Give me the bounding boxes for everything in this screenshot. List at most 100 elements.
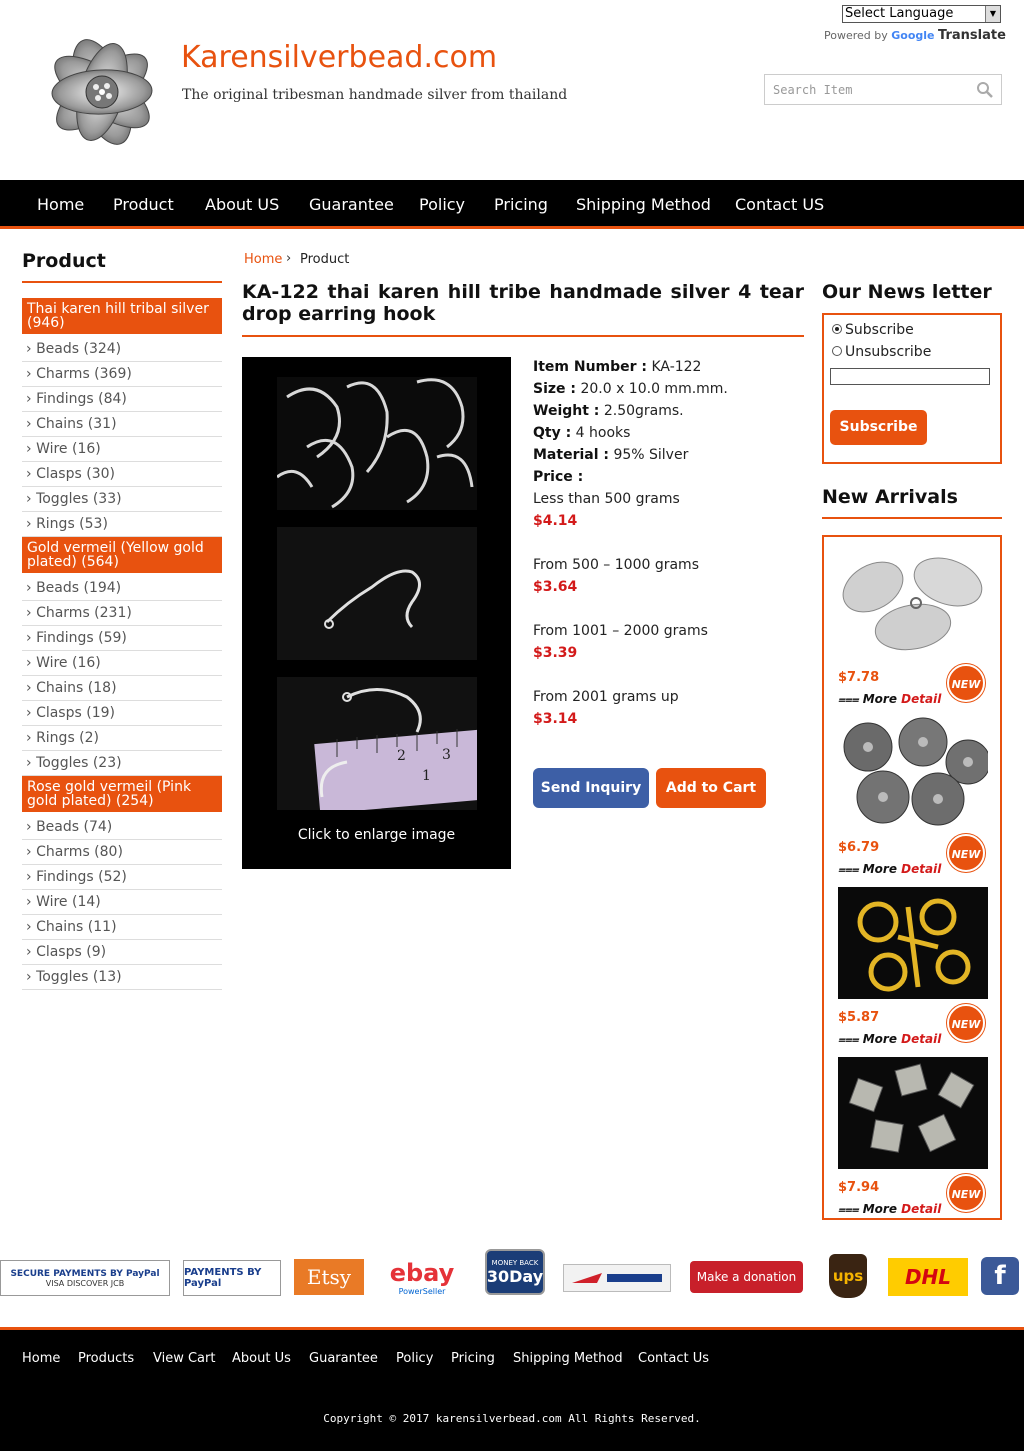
arrival-image-2[interactable] bbox=[838, 717, 991, 829]
category-item[interactable]: › Charms (231) bbox=[22, 601, 222, 626]
spec-size: Size : 20.0 x 10.0 mm.mm. bbox=[533, 381, 728, 397]
new-badge: NEW bbox=[947, 664, 985, 702]
site-tagline: The original tribesman handmade silver f… bbox=[182, 87, 568, 103]
product-image-3[interactable]: 2 1 3 bbox=[277, 677, 485, 814]
breadcrumb-separator: › bbox=[286, 251, 292, 266]
category-item[interactable]: › Findings (84) bbox=[22, 387, 222, 412]
footer-link-view-cart[interactable]: View Cart bbox=[153, 1351, 215, 1366]
unsubscribe-radio[interactable]: Unsubscribe bbox=[832, 344, 931, 360]
product-gallery: 2 1 3 Click to enlarge image bbox=[242, 357, 511, 869]
nav-policy[interactable]: Policy bbox=[419, 195, 465, 214]
add-to-cart-button[interactable]: Add to Cart bbox=[656, 768, 766, 808]
product-image-2[interactable] bbox=[277, 527, 477, 660]
ups-logo[interactable]: ups bbox=[829, 1254, 867, 1298]
language-select-value: Select Language bbox=[845, 6, 954, 21]
subscribe-radio[interactable]: Subscribe bbox=[832, 322, 914, 338]
ebay-badge[interactable]: ebay PowerSeller bbox=[382, 1255, 462, 1299]
category-header[interactable]: Rose gold vermeil (Pink gold plated) (25… bbox=[22, 776, 222, 812]
translate-link[interactable]: Translate bbox=[938, 28, 1006, 43]
more-detail-link[interactable]: ⩶ More Detail bbox=[838, 692, 941, 707]
arrival-price: $5.87 bbox=[838, 1010, 880, 1025]
thailand-post-badge[interactable] bbox=[563, 1264, 671, 1292]
search-icon[interactable] bbox=[976, 81, 994, 103]
paypal-secure-badge[interactable]: SECURE PAYMENTS BY PayPal VISA DISCOVER … bbox=[0, 1260, 170, 1296]
price-tier-value: $4.14 bbox=[533, 513, 578, 529]
footer-link-pricing[interactable]: Pricing bbox=[451, 1351, 495, 1366]
subscribe-button[interactable]: Subscribe bbox=[830, 410, 927, 445]
etsy-badge[interactable]: Etsy bbox=[294, 1259, 364, 1295]
category-item[interactable]: › Wire (16) bbox=[22, 651, 222, 676]
arrival-image-3[interactable] bbox=[838, 887, 988, 999]
category-item[interactable]: › Rings (53) bbox=[22, 512, 222, 537]
facebook-icon[interactable]: f bbox=[981, 1257, 1019, 1295]
arrival-price: $7.94 bbox=[838, 1180, 880, 1195]
footer-link-guarantee[interactable]: Guarantee bbox=[309, 1351, 378, 1366]
nav-pricing[interactable]: Pricing bbox=[494, 195, 548, 214]
enlarge-image-hint[interactable]: Click to enlarge image bbox=[242, 827, 511, 843]
category-item[interactable]: › Clasps (19) bbox=[22, 701, 222, 726]
category-item[interactable]: › Toggles (33) bbox=[22, 487, 222, 512]
paypal-payments-badge[interactable]: PAYMENTS BY PayPal bbox=[183, 1260, 281, 1296]
category-item[interactable]: › Findings (52) bbox=[22, 865, 222, 890]
category-header[interactable]: Thai karen hill tribal silver (946) bbox=[22, 298, 222, 334]
svg-text:1: 1 bbox=[422, 768, 431, 784]
product-title: KA-122 thai karen hill tribe handmade si… bbox=[242, 281, 804, 325]
radio-unchecked-icon bbox=[832, 346, 842, 356]
nav-about[interactable]: About US bbox=[205, 195, 279, 214]
category-item[interactable]: › Charms (80) bbox=[22, 840, 222, 865]
chevron-down-icon: ▼ bbox=[985, 6, 1000, 22]
arrival-image-1[interactable] bbox=[838, 547, 988, 659]
category-item[interactable]: › Beads (74) bbox=[22, 815, 222, 840]
more-detail-link[interactable]: ⩶ More Detail bbox=[838, 1202, 941, 1217]
category-item[interactable]: › Beads (194) bbox=[22, 576, 222, 601]
arrival-image-4[interactable] bbox=[838, 1057, 988, 1169]
category-item[interactable]: › Wire (14) bbox=[22, 890, 222, 915]
footer-link-shipping[interactable]: Shipping Method bbox=[513, 1351, 623, 1366]
nav-contact[interactable]: Contact US bbox=[735, 195, 824, 214]
spec-price: Price : bbox=[533, 469, 584, 485]
powered-by-google: Powered by Google Translate bbox=[824, 28, 1006, 43]
donation-button[interactable]: Make a donation bbox=[690, 1261, 803, 1293]
category-item[interactable]: › Chains (18) bbox=[22, 676, 222, 701]
price-tier-range: From 500 – 1000 grams bbox=[533, 557, 699, 573]
newsletter-email-field[interactable] bbox=[830, 368, 990, 385]
nav-home[interactable]: Home bbox=[37, 195, 84, 214]
category-item[interactable]: › Wire (16) bbox=[22, 437, 222, 462]
nav-guarantee[interactable]: Guarantee bbox=[309, 195, 394, 214]
search-input[interactable]: Search Item bbox=[764, 74, 1002, 105]
category-item[interactable]: › Chains (11) bbox=[22, 915, 222, 940]
footer-link-policy[interactable]: Policy bbox=[396, 1351, 433, 1366]
money-back-badge[interactable]: MONEY BACK 30Day bbox=[485, 1249, 545, 1295]
language-select[interactable]: Select Language ▼ bbox=[842, 5, 1001, 23]
breadcrumb-home[interactable]: Home bbox=[244, 252, 282, 267]
footer-link-home[interactable]: Home bbox=[22, 1351, 60, 1366]
nav-product[interactable]: Product bbox=[113, 195, 174, 214]
sidebar-title: Product bbox=[22, 250, 106, 272]
category-item[interactable]: › Beads (324) bbox=[22, 337, 222, 362]
category-item[interactable]: › Clasps (9) bbox=[22, 940, 222, 965]
category-item[interactable]: › Charms (369) bbox=[22, 362, 222, 387]
nav-shipping[interactable]: Shipping Method bbox=[576, 195, 711, 214]
footer-link-about[interactable]: About Us bbox=[232, 1351, 291, 1366]
category-item[interactable]: › Toggles (13) bbox=[22, 965, 222, 990]
send-inquiry-button[interactable]: Send Inquiry bbox=[533, 768, 649, 808]
more-detail-link[interactable]: ⩶ More Detail bbox=[838, 1032, 941, 1047]
new-badge: NEW bbox=[947, 834, 985, 872]
footer-link-contact[interactable]: Contact Us bbox=[638, 1351, 709, 1366]
dhl-logo[interactable]: DHL bbox=[888, 1258, 968, 1296]
category-item[interactable]: › Rings (2) bbox=[22, 726, 222, 751]
category-item[interactable]: › Toggles (23) bbox=[22, 751, 222, 776]
radio-checked-icon bbox=[832, 324, 842, 334]
category-item[interactable]: › Findings (59) bbox=[22, 626, 222, 651]
category-header[interactable]: Gold vermeil (Yellow gold plated) (564) bbox=[22, 537, 222, 573]
site-title[interactable]: Karensilverbead.com bbox=[181, 40, 497, 75]
price-tier-value: $3.14 bbox=[533, 711, 578, 727]
main-nav: Home Product About US Guarantee Policy P… bbox=[0, 180, 1024, 229]
powered-by-text: Powered by bbox=[824, 29, 888, 42]
product-image-1[interactable] bbox=[276, 377, 477, 510]
site-logo[interactable] bbox=[22, 14, 182, 164]
footer-link-products[interactable]: Products bbox=[78, 1351, 134, 1366]
category-item[interactable]: › Clasps (30) bbox=[22, 462, 222, 487]
category-item[interactable]: › Chains (31) bbox=[22, 412, 222, 437]
more-detail-link[interactable]: ⩶ More Detail bbox=[838, 862, 941, 877]
